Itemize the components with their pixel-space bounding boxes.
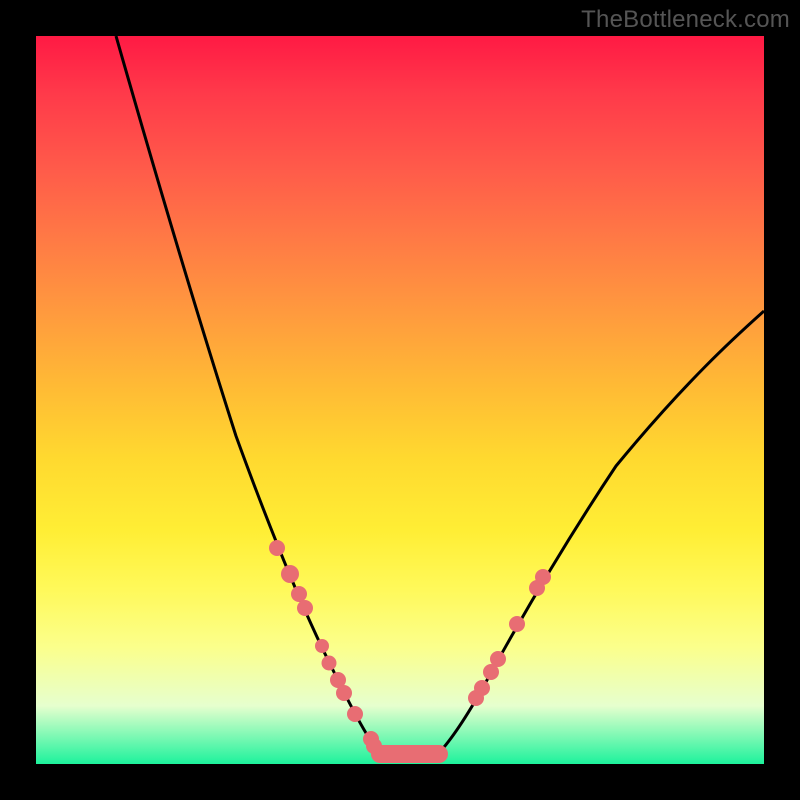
left-curve (116, 36, 391, 756)
marker-group (269, 540, 551, 754)
marker (535, 569, 551, 585)
marker (509, 616, 525, 632)
marker (315, 639, 329, 653)
chart-svg (36, 36, 764, 764)
marker (291, 586, 307, 602)
marker (347, 706, 363, 722)
watermark-text: TheBottleneck.com (581, 6, 790, 34)
marker (269, 540, 285, 556)
marker (366, 738, 382, 754)
marker (490, 651, 506, 667)
marker (297, 600, 313, 616)
marker (474, 680, 490, 696)
bottom-cluster-bar (371, 745, 448, 763)
marker (336, 685, 352, 701)
marker (322, 656, 337, 671)
chart-frame (36, 36, 764, 764)
marker (281, 565, 299, 583)
